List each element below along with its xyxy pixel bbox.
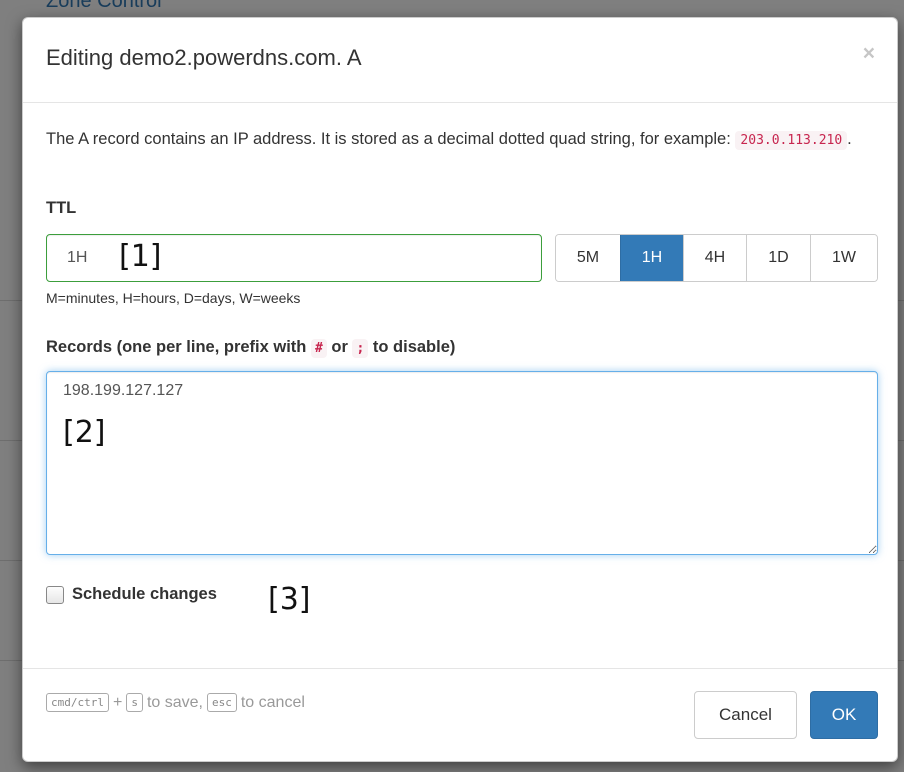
ttl-help-text: M=minutes, H=hours, D=days, W=weeks [46, 290, 301, 306]
kbd-cmd-ctrl: cmd/ctrl [46, 693, 109, 712]
semicolon-code: ; [352, 339, 369, 358]
records-textarea[interactable] [46, 371, 878, 555]
marker-3: [3] [268, 582, 311, 617]
close-icon[interactable]: × [863, 43, 875, 64]
schedule-changes-row[interactable]: Schedule changes [46, 585, 217, 604]
records-label: Records (one per line, prefix with # or … [46, 338, 456, 358]
plus-text: + [112, 693, 123, 711]
ttl-preset-1w-button[interactable]: 1W [810, 235, 877, 281]
kbd-esc: esc [206, 693, 237, 712]
dialog-header: Editing demo2.powerdns.com. A × [23, 18, 897, 103]
dialog-title: Editing demo2.powerdns.com. A [46, 45, 362, 70]
keyboard-shortcut-hint: cmd/ctrl + s to save, esc to cancel [46, 693, 305, 712]
description-text: The A record contains an IP address. It … [46, 130, 736, 148]
ttl-preset-5m-button[interactable]: 5M [556, 235, 620, 281]
ttl-label: TTL [46, 199, 77, 217]
hash-code: # [310, 339, 327, 358]
records-label-text: Records (one per line, prefix with [46, 338, 311, 356]
cancel-button[interactable]: Cancel [694, 691, 797, 739]
edit-record-dialog: Editing demo2.powerdns.com. A × The A re… [22, 17, 898, 762]
ttl-preset-1h-button[interactable]: 1H [620, 235, 683, 281]
records-label-or: or [326, 338, 353, 356]
record-description: The A record contains an IP address. It … [46, 126, 866, 154]
example-ip-code: 203.0.113.210 [735, 131, 848, 150]
ttl-preset-1d-button[interactable]: 1D [746, 235, 810, 281]
ttl-preset-group: 5M 1H 4H 1D 1W [555, 234, 878, 282]
kbd-s: s [126, 693, 143, 712]
dialog-footer: cmd/ctrl + s to save, esc to cancel Canc… [23, 668, 897, 761]
schedule-changes-checkbox[interactable] [46, 585, 64, 604]
ok-button[interactable]: OK [810, 691, 878, 739]
cancel-hint-text: to cancel [240, 693, 305, 711]
description-suffix: . [847, 130, 852, 148]
schedule-changes-label[interactable]: Schedule changes [72, 585, 217, 604]
marker-2: [2] [63, 415, 106, 450]
records-label-suffix: to disable) [368, 338, 456, 356]
save-hint-text: to save, [146, 693, 203, 711]
ttl-preset-4h-button[interactable]: 4H [683, 235, 746, 281]
marker-1: [1] [119, 239, 162, 274]
